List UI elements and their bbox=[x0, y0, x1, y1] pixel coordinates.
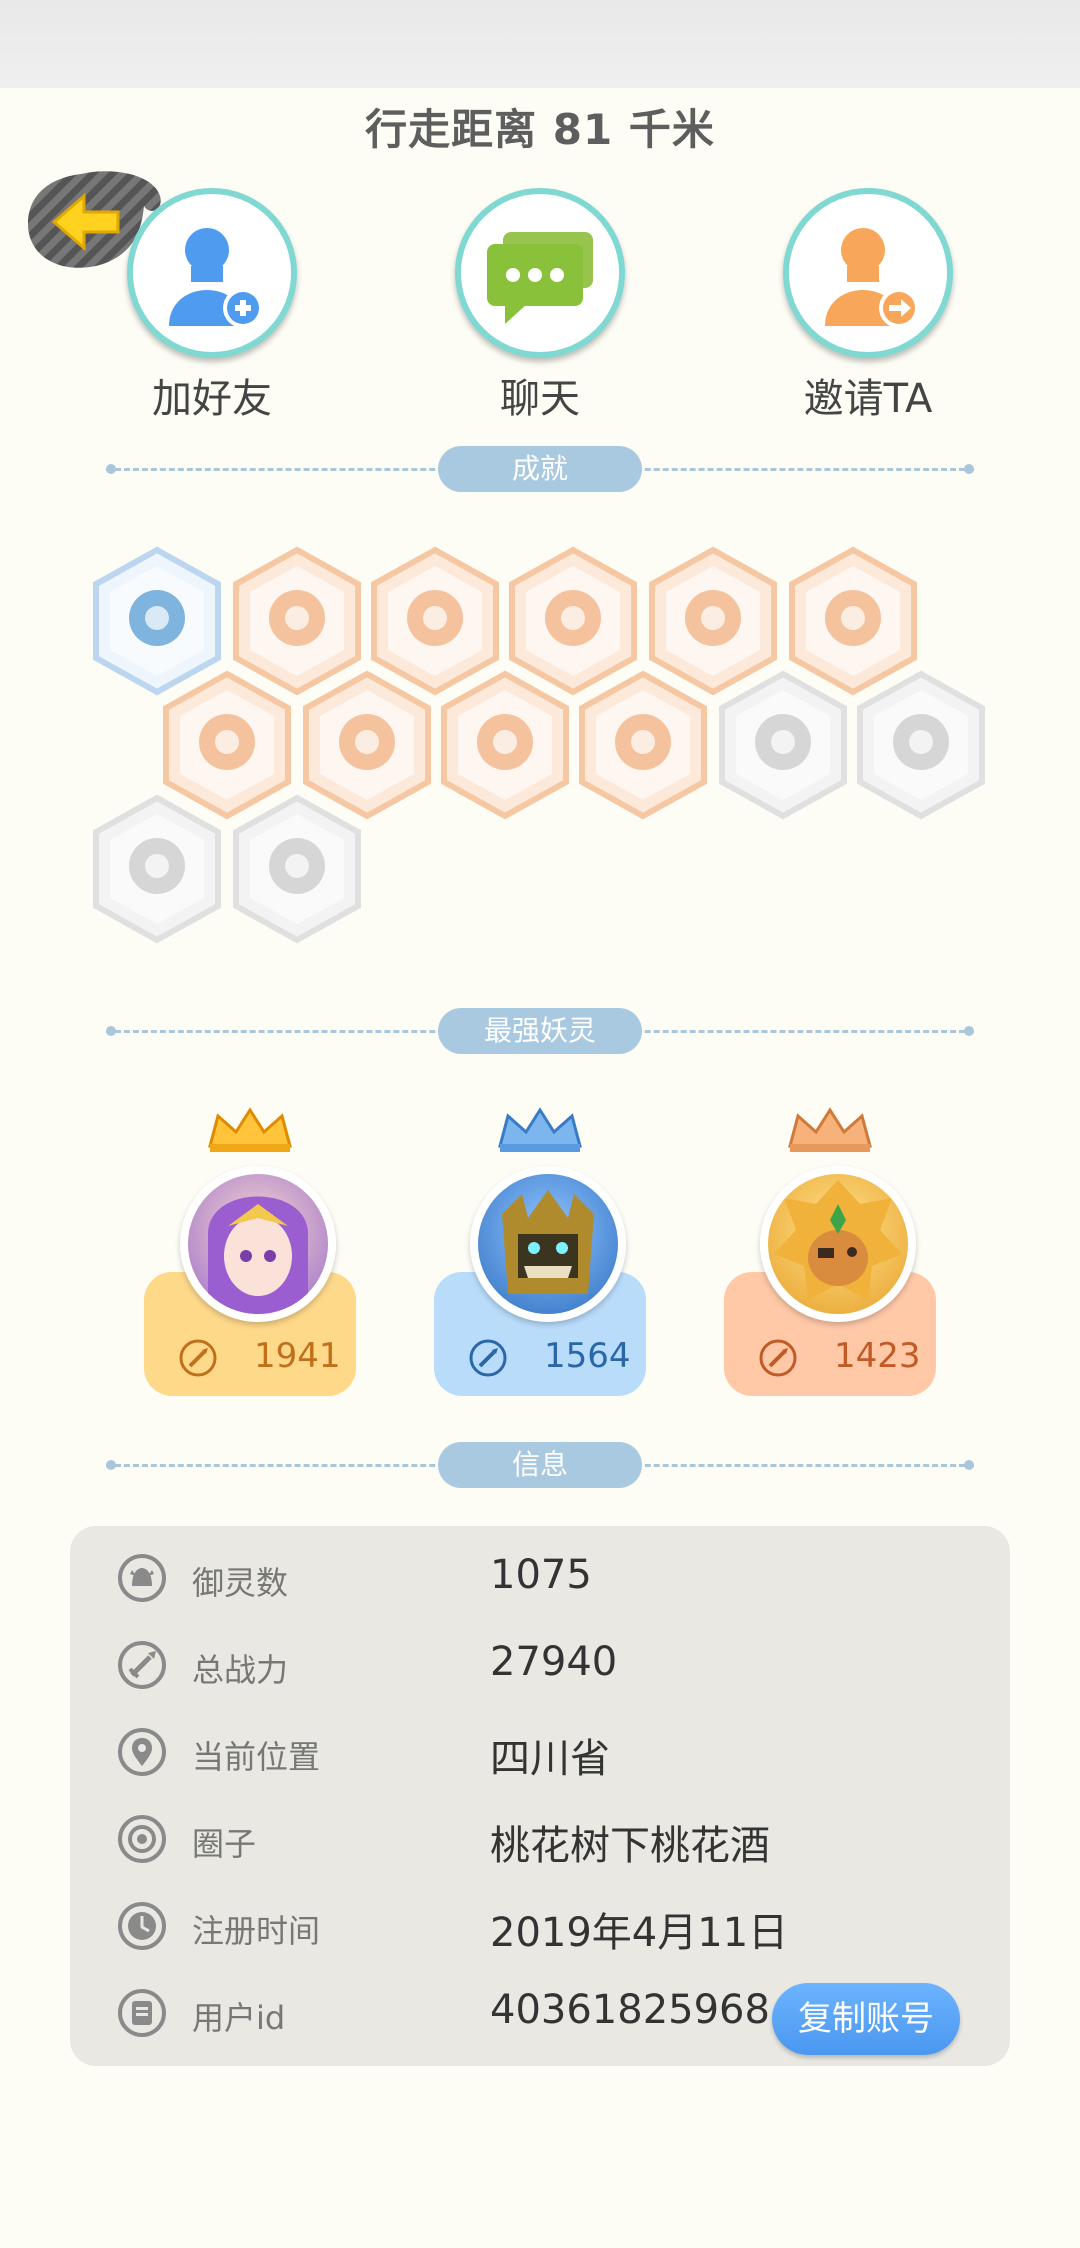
invite-button[interactable]: 邀请TA bbox=[778, 188, 958, 424]
info-row-user-id: 用户id 40361825968 复制账号 bbox=[70, 1973, 1010, 2055]
info-value: 27940 bbox=[490, 1639, 618, 1685]
achievements-section-title: 成就 bbox=[438, 446, 642, 492]
walk-distance-title: 行走距离 81 千米 bbox=[365, 105, 715, 154]
spirit-portrait bbox=[760, 1166, 916, 1322]
id-card-icon bbox=[118, 1989, 166, 2037]
crown-icon bbox=[498, 1107, 582, 1152]
spirit-portrait bbox=[470, 1166, 626, 1322]
strongest-spirits-section-header: 最强妖灵 bbox=[106, 1008, 974, 1054]
info-row-location: 当前位置 四川省 bbox=[70, 1712, 1010, 1792]
info-key: 用户id bbox=[192, 1999, 286, 2037]
dragon-badge-icon[interactable] bbox=[90, 794, 224, 944]
info-key: 圈子 bbox=[192, 1825, 257, 1863]
yin-yang-badge-icon[interactable] bbox=[438, 670, 572, 820]
spirit-card-2[interactable]: 1564 bbox=[434, 1106, 646, 1396]
spirit-power: 1564 bbox=[544, 1336, 631, 1376]
sword-icon bbox=[759, 1339, 797, 1377]
book-badge-icon[interactable] bbox=[230, 794, 364, 944]
add-friend-icon bbox=[127, 188, 297, 358]
add-friend-button[interactable]: 加好友 bbox=[122, 188, 302, 424]
strongest-spirits-section-title: 最强妖灵 bbox=[438, 1008, 642, 1054]
info-value: 40361825968 bbox=[490, 1987, 770, 2033]
info-key: 当前位置 bbox=[192, 1738, 321, 1776]
spirit-orb-badge-icon[interactable] bbox=[716, 670, 850, 820]
info-key: 御灵数 bbox=[192, 1564, 289, 1602]
stroller-badge-icon[interactable] bbox=[854, 670, 988, 820]
clock-icon bbox=[118, 1902, 166, 1950]
info-row-total-power: 总战力 27940 bbox=[70, 1625, 1010, 1705]
achievements-section-header: 成就 bbox=[106, 446, 974, 492]
spirit-card-1[interactable]: 1941 bbox=[144, 1106, 356, 1396]
info-key: 总战力 bbox=[192, 1651, 289, 1689]
info-value: 1075 bbox=[490, 1552, 592, 1598]
spirit-power: 1941 bbox=[254, 1336, 341, 1376]
info-row-spirit-count: 御灵数 1075 bbox=[70, 1538, 1010, 1618]
info-card: 御灵数 1075 总战力 27940 当前位置 四川省 圈子 桃花树下桃花酒 注… bbox=[70, 1526, 1010, 2066]
chat-label: 聊天 bbox=[500, 376, 580, 422]
location-pin-icon bbox=[118, 1728, 166, 1776]
add-friend-label: 加好友 bbox=[152, 376, 272, 422]
scroll-badge-icon[interactable] bbox=[576, 670, 710, 820]
info-value: 四川省 bbox=[490, 1736, 610, 1782]
sword-icon bbox=[179, 1339, 217, 1377]
sword-icon bbox=[469, 1339, 507, 1377]
info-row-circle: 圈子 桃花树下桃花酒 bbox=[70, 1799, 1010, 1879]
chat-button[interactable]: 聊天 bbox=[450, 188, 630, 424]
info-row-register-date: 注册时间 2019年4月11日 bbox=[70, 1886, 1010, 1966]
info-section-header: 信息 bbox=[106, 1442, 974, 1488]
info-value: 桃花树下桃花酒 bbox=[490, 1823, 770, 1869]
sword-icon bbox=[118, 1641, 166, 1689]
info-value: 2019年4月11日 bbox=[490, 1910, 789, 1956]
chat-icon bbox=[455, 188, 625, 358]
invite-icon bbox=[783, 188, 953, 358]
info-key: 注册时间 bbox=[192, 1912, 321, 1950]
spirit-power: 1423 bbox=[834, 1336, 921, 1376]
spirit-card-3[interactable]: 1423 bbox=[724, 1106, 936, 1396]
spirit-count-icon bbox=[118, 1554, 166, 1602]
copy-account-button[interactable]: 复制账号 bbox=[772, 1983, 960, 2055]
spirit-portrait bbox=[180, 1166, 336, 1322]
crown-icon bbox=[788, 1107, 872, 1152]
crown-icon bbox=[208, 1107, 292, 1152]
invite-label: 邀请TA bbox=[803, 376, 933, 422]
status-bar bbox=[0, 0, 1080, 88]
circle-target-icon bbox=[118, 1815, 166, 1863]
info-section-title: 信息 bbox=[438, 1442, 642, 1488]
